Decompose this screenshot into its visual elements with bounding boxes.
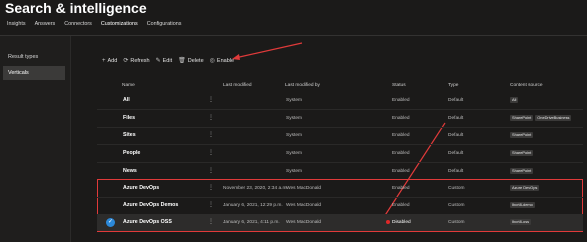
source-pill: OneDriveBusiness <box>535 114 572 121</box>
row-type: Default <box>448 133 464 138</box>
row-status: Enabled <box>392 151 410 156</box>
source-pill: SharePoint <box>510 114 534 121</box>
row-status: Enabled <box>392 98 410 103</box>
row-last-modified: January 6, 2021, 12:29 p.m. <box>223 203 283 208</box>
row-status: Enabled <box>392 169 410 174</box>
row-name: All <box>123 97 130 103</box>
table-row[interactable]: News ⋮ System Enabled Default SharePoint <box>97 163 583 180</box>
row-modified-by: Wes MacDonald <box>286 186 322 191</box>
source-pill: SharePoint <box>510 149 534 156</box>
source-pill: SharePoint <box>510 167 534 174</box>
row-content-source: SharePoint OneDriveBusiness <box>510 110 573 127</box>
row-type: Custom <box>448 220 465 225</box>
source-pill: Azure DevOps <box>510 184 540 191</box>
row-modified-by: Wes MacDonald <box>286 203 322 208</box>
row-type: Default <box>448 98 464 103</box>
row-type: Default <box>448 169 464 174</box>
row-name: Azure DevOps Demos <box>123 202 179 208</box>
table-row[interactable]: Azure DevOps Demos ⋮ January 6, 2021, 12… <box>97 197 583 214</box>
row-content-source: SharePoint <box>510 145 535 162</box>
table-header: Name Last modified Last modified by Stat… <box>0 82 587 90</box>
more-options-icon[interactable]: ⋮ <box>208 145 214 162</box>
row-selected-checkmark-icon[interactable]: ✓ <box>106 218 115 227</box>
row-status: Disabled <box>386 214 411 231</box>
more-options-icon[interactable]: ⋮ <box>208 110 214 127</box>
table-row[interactable]: Files ⋮ System Enabled Default SharePoin… <box>97 110 583 127</box>
disabled-status-icon <box>386 219 390 224</box>
source-pill: Ibcrt8-oss <box>510 218 532 225</box>
row-name: Azure DevOps <box>123 185 160 191</box>
source-pill: SharePoint <box>510 131 534 138</box>
row-modified-by: System <box>286 151 302 156</box>
row-name: Azure DevOps OSS <box>123 219 172 225</box>
row-content-source: Ibcrt8-demo <box>510 197 537 214</box>
row-status: Enabled <box>392 203 410 208</box>
row-modified-by: System <box>286 116 302 121</box>
arrow-to-enable <box>234 42 303 59</box>
row-status: Enabled <box>392 116 410 121</box>
more-options-icon[interactable]: ⋮ <box>208 163 214 180</box>
table-row-selected[interactable]: Azure DevOps OSS ⋮ January 6, 2021, 4:11… <box>97 214 583 231</box>
row-content-source: Ibcrt8-oss <box>510 214 533 231</box>
row-name: Sites <box>123 132 136 138</box>
row-name: People <box>123 150 141 156</box>
row-modified-by: System <box>286 133 302 138</box>
row-last-modified: January 6, 2021, 4:11 p.m. <box>223 220 280 225</box>
row-content-source: All <box>510 92 520 109</box>
row-modified-by: Wes MacDonald <box>286 220 322 225</box>
source-pill: All <box>510 96 519 103</box>
row-name: Files <box>123 115 136 121</box>
row-type: Custom <box>448 186 465 191</box>
row-modified-by: System <box>286 98 302 103</box>
row-status: Enabled <box>392 186 410 191</box>
row-content-source: SharePoint <box>510 127 535 144</box>
row-type: Custom <box>448 203 465 208</box>
table-row[interactable]: All ⋮ System Enabled Default All <box>97 92 583 109</box>
arrow-head-enable <box>232 54 240 60</box>
row-status: Enabled <box>392 133 410 138</box>
row-name: News <box>123 168 137 174</box>
row-status-text: Disabled <box>392 220 411 225</box>
table-row[interactable]: People ⋮ System Enabled Default SharePoi… <box>97 145 583 162</box>
more-options-icon[interactable]: ⋮ <box>208 214 214 231</box>
row-type: Default <box>448 151 464 156</box>
row-type: Default <box>448 116 464 121</box>
row-content-source: SharePoint <box>510 163 535 180</box>
more-options-icon[interactable]: ⋮ <box>208 92 214 109</box>
row-modified-by: System <box>286 169 302 174</box>
more-options-icon[interactable]: ⋮ <box>208 127 214 144</box>
more-options-icon[interactable]: ⋮ <box>208 180 214 197</box>
row-content-source: Azure DevOps <box>510 180 541 197</box>
source-pill: Ibcrt8-demo <box>510 201 535 208</box>
table-row[interactable]: Azure DevOps ⋮ November 23, 2020, 2:34 a… <box>97 180 583 197</box>
table-row[interactable]: Sites ⋮ System Enabled Default SharePoin… <box>97 127 583 144</box>
row-last-modified: November 23, 2020, 2:34 a.m. <box>223 186 288 191</box>
more-options-icon[interactable]: ⋮ <box>208 197 214 214</box>
